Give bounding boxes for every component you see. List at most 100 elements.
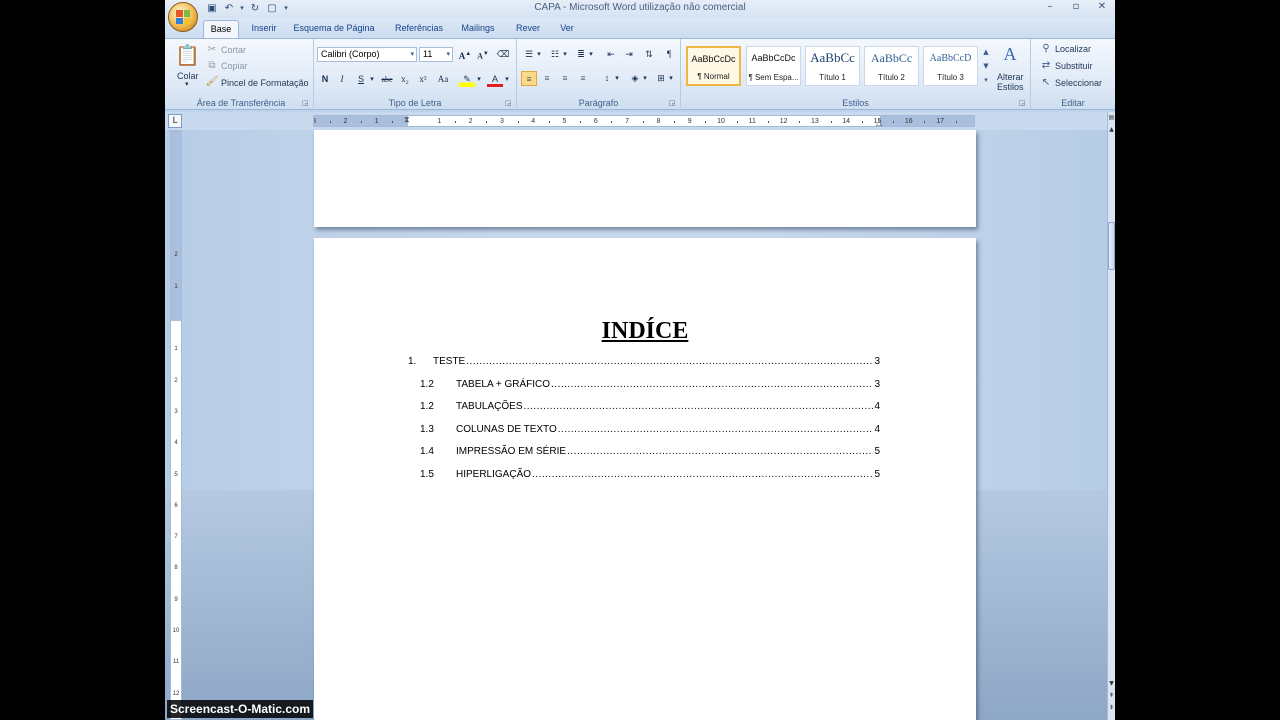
show-paragraph-marks-icon[interactable]: ¶	[661, 47, 677, 62]
page-1[interactable]	[314, 130, 976, 227]
paste-dropdown-icon[interactable]: ▾	[185, 80, 189, 88]
clipboard-launcher-icon[interactable]: ◲	[302, 99, 310, 107]
shading-dropdown-icon[interactable]: ▾	[641, 71, 649, 86]
close-button[interactable]: ✕	[1089, 0, 1115, 14]
style-titulo-1[interactable]: AaBbCc Título 1	[805, 46, 860, 86]
justify-icon[interactable]: ≡	[575, 71, 591, 86]
change-styles-button-line2[interactable]: Estilos	[997, 82, 1024, 92]
font-color-button[interactable]: A	[487, 72, 503, 87]
vertical-ruler[interactable]: 2 1 1 2 3 4 5 6 7 8 9 10 11 12	[170, 130, 182, 720]
ruler-tick	[893, 121, 895, 123]
next-page-icon[interactable]: ⇟	[1108, 704, 1115, 714]
toc-entry[interactable]: 1.2 TABULAÇÕES 4	[420, 401, 880, 415]
ruler-number: 13	[810, 118, 819, 125]
font-group-label: Tipo de Letra	[388, 98, 442, 108]
decrease-indent-icon[interactable]: ⇤	[603, 47, 619, 62]
scroll-down-icon[interactable]: ▼	[1108, 680, 1115, 690]
toc-entry[interactable]: 1.4 IMPRESSÃO EM SÉRIE 5	[420, 446, 880, 460]
vruler-number: 4	[174, 440, 178, 447]
style-normal[interactable]: AaBbCcDc ¶ Normal	[686, 46, 741, 86]
align-center-icon[interactable]: ≡	[539, 71, 555, 86]
underline-button[interactable]: S	[353, 72, 369, 87]
numbering-dropdown-icon[interactable]: ▾	[561, 47, 569, 62]
tab-esquema-de-pagina[interactable]: Esquema de Página	[293, 20, 375, 38]
styles-more-icon[interactable]: ▾	[981, 73, 991, 87]
font-size-select[interactable]: 11 ▾	[419, 47, 453, 62]
line-spacing-dropdown-icon[interactable]: ▾	[613, 71, 621, 86]
font-name-select[interactable]: Calibri (Corpo) ▾	[317, 47, 417, 62]
highlight-icon[interactable]: ✎	[459, 72, 475, 87]
toc-entry-number: 1.4	[420, 446, 434, 457]
superscript-button[interactable]: x²	[415, 72, 431, 87]
paragraph-launcher-icon[interactable]: ◲	[669, 99, 677, 107]
style-sem-espacamento[interactable]: AaBbCcDc ¶ Sem Espa...	[746, 46, 801, 86]
font-launcher-icon[interactable]: ◲	[505, 99, 513, 107]
change-styles-icon[interactable]: A	[999, 43, 1021, 65]
style-titulo-3[interactable]: AaBbCcD Título 3	[923, 46, 978, 86]
shrink-font-button[interactable]: A▼	[475, 47, 491, 62]
grow-font-button[interactable]: A▲	[457, 47, 473, 62]
scroll-up-icon[interactable]: ▲	[1108, 126, 1115, 136]
minimize-button[interactable]: –	[1037, 0, 1063, 14]
increase-indent-icon[interactable]: ⇥	[621, 47, 637, 62]
tab-rever[interactable]: Rever	[513, 20, 543, 38]
toc-entry[interactable]: 1.5 HIPERLIGAÇÃO 5	[420, 469, 880, 483]
tab-mailings[interactable]: Mailings	[458, 20, 498, 38]
page-2[interactable]: INDÍCE 1. TESTE 3 1.2 TABELA + GRÁFICO 3 1.2 TA…	[314, 238, 976, 720]
previous-page-icon[interactable]: ⇞	[1108, 692, 1115, 702]
styles-scroll-down-icon[interactable]: ▼	[981, 59, 991, 73]
replace-button[interactable]: Substituir	[1055, 61, 1093, 71]
find-button[interactable]: Localizar	[1055, 44, 1091, 54]
align-right-icon[interactable]: ≡	[557, 71, 573, 86]
copy-button[interactable]: Copiar	[221, 61, 248, 71]
restore-button[interactable]: ▫	[1063, 0, 1089, 14]
styles-scroll-up-icon[interactable]: ▲	[981, 45, 991, 59]
right-indent-marker-icon[interactable]: △	[876, 118, 882, 126]
paste-icon[interactable]: 📋	[175, 43, 200, 67]
clear-formatting-icon[interactable]: ⌫	[495, 47, 511, 62]
vruler-number: 3	[174, 408, 178, 415]
bullets-dropdown-icon[interactable]: ▾	[535, 47, 543, 62]
select-button[interactable]: Seleccionar	[1055, 78, 1102, 88]
font-color-dropdown-icon[interactable]: ▾	[503, 72, 511, 87]
tab-selector-button[interactable]: L	[168, 114, 182, 128]
multilevel-dropdown-icon[interactable]: ▾	[587, 47, 595, 62]
highlight-dropdown-icon[interactable]: ▾	[475, 72, 483, 87]
align-left-icon[interactable]: ≡	[521, 71, 537, 86]
style-titulo-2[interactable]: AaBbCc Título 2	[864, 46, 919, 86]
strikethrough-button[interactable]: abc	[378, 72, 396, 87]
vruler-number: 11	[172, 659, 180, 666]
ruler-toggle-icon[interactable]: ▤	[1108, 114, 1115, 124]
vruler-number: 8	[174, 565, 178, 572]
window-title: CAPA - Microsoft Word utilização não com…	[534, 2, 746, 13]
scrollbar-thumb[interactable]	[1108, 222, 1115, 270]
toc-entry-page: 3	[874, 356, 880, 367]
sort-icon[interactable]: ⇅	[641, 47, 657, 62]
ribbon: 📋 Colar ▾ ✂ Cortar ⧉ Copiar 🖌 Pincel de …	[165, 38, 1115, 110]
toc-entry-number: 1.2	[420, 378, 434, 390]
cut-button[interactable]: Cortar	[221, 45, 246, 55]
vertical-scrollbar[interactable]: ▤ ▲ ▼ ⇞ ⇟	[1107, 112, 1115, 720]
format-painter-button[interactable]: Pincel de Formatação	[221, 78, 309, 88]
style-name: Título 1	[819, 73, 846, 82]
horizontal-ruler[interactable]: 3211234567891011121314151617 ⧗ △	[313, 115, 975, 127]
tab-referencias[interactable]: Referências	[391, 20, 447, 38]
italic-button[interactable]: I	[334, 72, 350, 87]
toc-entry[interactable]: 1.3 COLUNAS DE TEXTO 4	[420, 424, 880, 438]
underline-dropdown-icon[interactable]: ▾	[368, 72, 376, 87]
tab-ver[interactable]: Ver	[556, 20, 578, 38]
bold-button[interactable]: N	[317, 72, 333, 87]
borders-dropdown-icon[interactable]: ▾	[667, 71, 675, 86]
ruler-number: 1	[437, 118, 442, 125]
toc-entry[interactable]: 1.2 TABELA + GRÁFICO 3	[420, 379, 880, 393]
indent-marker-icon[interactable]: ⧗	[404, 116, 410, 125]
toc-entry[interactable]: 1. TESTE 3	[408, 356, 880, 370]
styles-launcher-icon[interactable]: ◲	[1019, 99, 1027, 107]
tab-base[interactable]: Base	[203, 20, 239, 38]
select-cursor-icon: ↖	[1041, 77, 1051, 88]
office-button[interactable]	[168, 2, 198, 32]
subscript-button[interactable]: x₂	[397, 72, 413, 87]
tab-inserir[interactable]: Inserir	[247, 20, 281, 38]
change-case-button[interactable]: Aa	[434, 72, 452, 87]
change-styles-button[interactable]: Alterar	[997, 72, 1024, 82]
